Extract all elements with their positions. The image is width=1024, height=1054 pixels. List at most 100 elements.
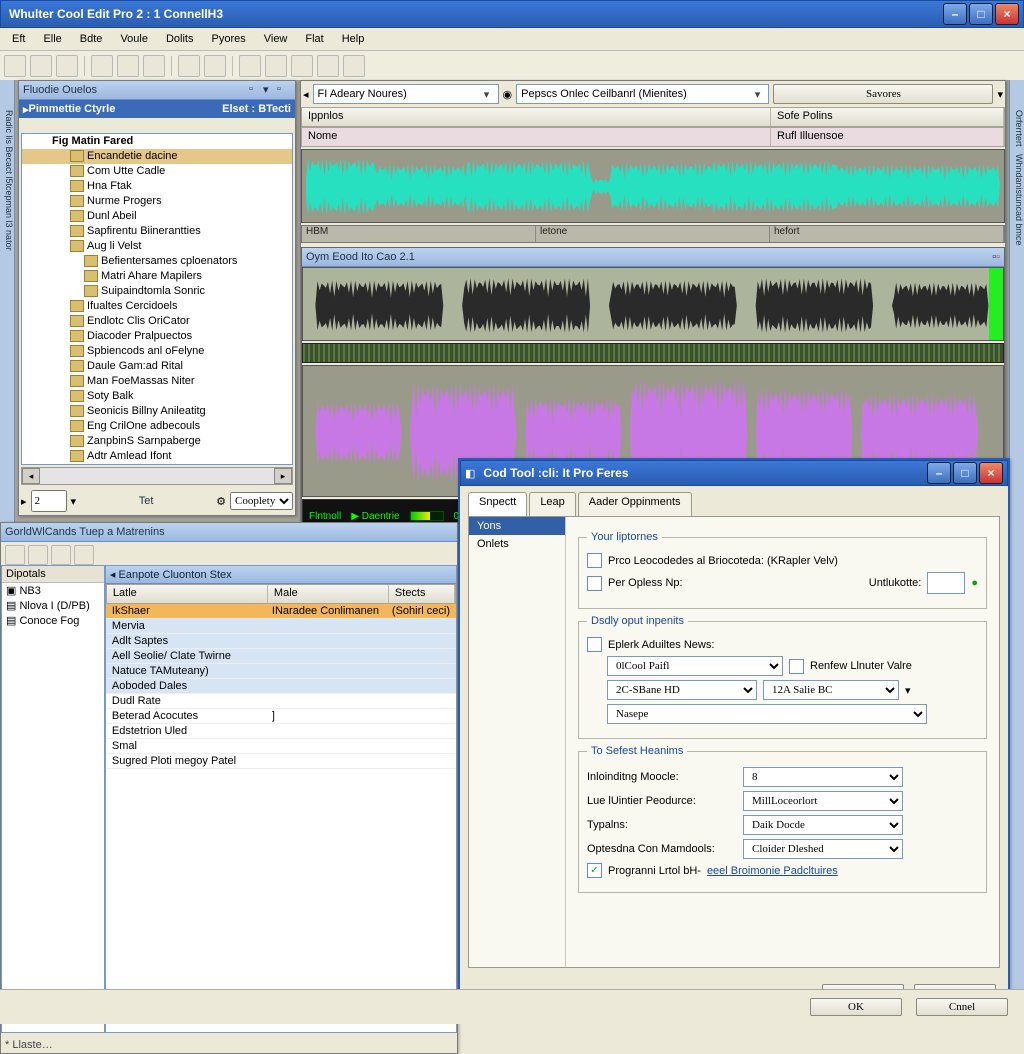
- tree-item[interactable]: Eng CrilOne adbecouls: [22, 419, 292, 434]
- tool-open-icon[interactable]: [30, 55, 52, 77]
- tree-item[interactable]: Ifualtes Cercidoels: [22, 299, 292, 314]
- close-button[interactable]: ×: [995, 3, 1019, 25]
- footer-number-input[interactable]: [31, 490, 67, 512]
- tree-item[interactable]: Befientersames cploenators: [22, 254, 292, 269]
- tree-item[interactable]: Adtr Amlead Ifont: [22, 449, 292, 464]
- scroll-left-icon[interactable]: ◂: [22, 468, 40, 484]
- tree-item[interactable]: Suipaindtomla Sonric: [22, 284, 292, 299]
- r4-select[interactable]: Cloider Dleshed: [743, 839, 903, 859]
- output-select[interactable]: Pepscs Onlec Ceilbanrl (Mienites)▾: [516, 84, 769, 104]
- menu-elle[interactable]: Elle: [35, 31, 69, 47]
- list-row[interactable]: Mervia: [106, 619, 456, 634]
- waveform-minimap[interactable]: [302, 343, 1004, 363]
- lt-open-icon[interactable]: [28, 545, 48, 565]
- list-row[interactable]: Natuce TAMuteany): [106, 664, 456, 679]
- tool-paste-icon[interactable]: [143, 55, 165, 77]
- tree-item[interactable]: Daule Gam:ad Rital: [22, 359, 292, 374]
- dlg-min-button[interactable]: –: [927, 462, 951, 484]
- menu-pyores[interactable]: Pyores: [203, 31, 253, 47]
- maximize-button[interactable]: □: [969, 3, 993, 25]
- menu-flat[interactable]: Flat: [297, 31, 331, 47]
- bottom-ok-button[interactable]: OK: [810, 998, 902, 1016]
- side-tab[interactable]: Dipotals: [2, 566, 104, 583]
- list-row[interactable]: Sugred Ploti megoy Patel: [106, 754, 456, 769]
- tree-item[interactable]: ZanpbinS Sarnpaberge: [22, 434, 292, 449]
- dlg-close-button[interactable]: ×: [979, 462, 1003, 484]
- menu-dolits[interactable]: Dolits: [158, 31, 202, 47]
- panel-close-icon[interactable]: ▫: [277, 83, 291, 97]
- tree-item[interactable]: Hna Ftak: [22, 179, 292, 194]
- tool-copy-icon[interactable]: [117, 55, 139, 77]
- lt-save-icon[interactable]: [74, 545, 94, 565]
- cat-onlets[interactable]: Onlets: [469, 535, 565, 553]
- menu-help[interactable]: Help: [334, 31, 373, 47]
- tree-item[interactable]: Diacoder Pralpuectos: [22, 329, 292, 344]
- dlg-max-button[interactable]: □: [953, 462, 977, 484]
- preset-select[interactable]: FI Adeary Noures)▾: [313, 84, 499, 104]
- waveform-overview[interactable]: [301, 149, 1005, 223]
- list-row[interactable]: Aoboded Dales: [106, 679, 456, 694]
- nav-dd-icon[interactable]: ▾: [997, 88, 1003, 101]
- save-preset-button[interactable]: Savores: [773, 84, 993, 104]
- tree-item[interactable]: Com Utte Cadle: [22, 164, 292, 179]
- check-1[interactable]: [587, 553, 602, 568]
- output-dd2[interactable]: 2C-SBane HD: [607, 680, 757, 700]
- track-close-icon[interactable]: ▫: [996, 251, 1000, 263]
- tree-item[interactable]: Matri Ahare Mapilers: [22, 269, 292, 284]
- tree-item[interactable]: Soty Balk: [22, 389, 292, 404]
- scroll-track[interactable]: [40, 468, 274, 484]
- tab-adder[interactable]: Aader Oppinments: [578, 492, 692, 516]
- footer-gear-icon[interactable]: ⚙: [216, 495, 226, 508]
- output-dd4[interactable]: Nasepe: [607, 704, 927, 724]
- output-dd3[interactable]: 12A Salie BC: [763, 680, 899, 700]
- col-2[interactable]: Stects: [389, 585, 455, 603]
- tool-e-icon[interactable]: [343, 55, 365, 77]
- panel-menu-icon[interactable]: ▾: [263, 83, 277, 97]
- check-3[interactable]: [587, 637, 602, 652]
- list-row-selected[interactable]: IkShaer INaradee Conlimanen (Sohirl ceci…: [106, 604, 456, 619]
- tree-item[interactable]: Aug li Velst: [22, 239, 292, 254]
- col-soft[interactable]: Sofe Polins: [771, 108, 1004, 126]
- scroll-right-icon[interactable]: ▸: [274, 468, 292, 484]
- tree-item[interactable]: Seonicis Billny Anileatitg: [22, 404, 292, 419]
- minimize-button[interactable]: –: [943, 3, 967, 25]
- tool-a-icon[interactable]: [239, 55, 261, 77]
- footer-select[interactable]: Cooplety: [230, 492, 293, 510]
- list-row[interactable]: Adlt Saptes: [106, 634, 456, 649]
- waveform-channel-l[interactable]: [302, 267, 1004, 341]
- menu-eft[interactable]: Eft: [4, 31, 33, 47]
- tool-d-icon[interactable]: [317, 55, 339, 77]
- help-link[interactable]: eeel Broimonie Padcltuires: [707, 865, 838, 877]
- cat-yons[interactable]: Yons: [469, 517, 565, 535]
- side-item[interactable]: ▤ Nlova I (D/PB): [2, 598, 104, 613]
- menu-view[interactable]: View: [256, 31, 296, 47]
- tool-undo-icon[interactable]: [178, 55, 200, 77]
- bottom-cancel-button[interactable]: Cnnel: [916, 998, 1008, 1016]
- list-row[interactable]: Beterad Acocutes]: [106, 709, 456, 724]
- subcol-value[interactable]: Rufl Illuensoe: [771, 128, 1004, 146]
- footer-arrow-icon[interactable]: ▸: [21, 495, 27, 508]
- check-2[interactable]: [587, 576, 602, 591]
- project-tree[interactable]: Fig Matin Fared Encandetie dacineCom Utt…: [21, 133, 293, 465]
- tree-item[interactable]: Sapfirentu Biinerantties: [22, 224, 292, 239]
- tab-leap[interactable]: Leap: [529, 492, 575, 516]
- menu-voule[interactable]: Voule: [112, 31, 156, 47]
- list-row[interactable]: Smal: [106, 739, 456, 754]
- tool-new-icon[interactable]: [4, 55, 26, 77]
- subcol-name[interactable]: Nome: [302, 128, 771, 146]
- lt-folder-icon[interactable]: [51, 545, 71, 565]
- list-row[interactable]: Edstetrion Uled: [106, 724, 456, 739]
- tree-item[interactable]: Man FoeMassas Niter: [22, 374, 292, 389]
- tree-root[interactable]: Fig Matin Fared: [22, 134, 292, 149]
- col-inputs[interactable]: Ippnlos: [302, 108, 771, 126]
- tool-b-icon[interactable]: [265, 55, 287, 77]
- check-renew[interactable]: [789, 659, 804, 674]
- r1-select[interactable]: 8: [743, 767, 903, 787]
- extra-dd-icon[interactable]: ▾: [905, 684, 911, 697]
- nav-back-icon[interactable]: ◂: [303, 88, 309, 101]
- r3-select[interactable]: Daik Docde: [743, 815, 903, 835]
- tool-cut-icon[interactable]: [91, 55, 113, 77]
- time-ruler[interactable]: HBM letone hefort: [301, 225, 1005, 243]
- tool-save-icon[interactable]: [56, 55, 78, 77]
- tree-item[interactable]: Encandetie dacine: [22, 149, 292, 164]
